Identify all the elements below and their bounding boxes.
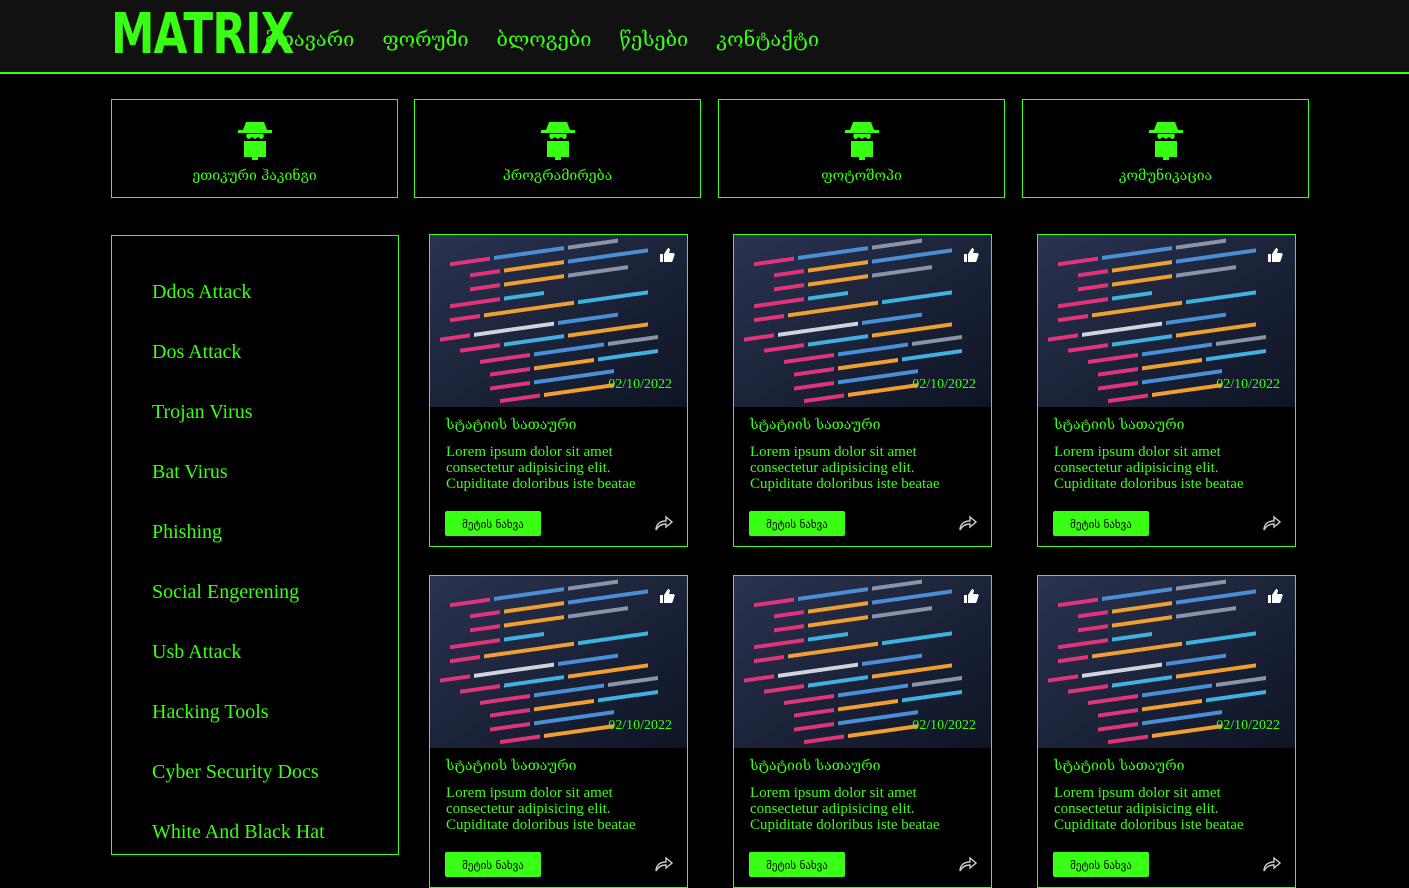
article-excerpt: Lorem ipsum dolor sit amet consectetur a… — [1054, 444, 1244, 492]
article-title[interactable]: სტატიის სათაური — [750, 417, 880, 433]
like-icon[interactable] — [963, 247, 979, 263]
sidebar-item-ddos-attack[interactable]: Ddos Attack — [152, 280, 325, 340]
category-photoshop[interactable]: ფოტოშოპი — [718, 99, 1005, 198]
main-nav: მთავარი ფორუმი ბლოგები წესები კონტაქტი — [265, 26, 847, 52]
category-label: კომუნიკაცია — [1118, 168, 1213, 184]
share-icon[interactable] — [1263, 515, 1281, 531]
sidebar-item-trojan-virus[interactable]: Trojan Virus — [152, 400, 325, 460]
article-card: 02/10/2022 სტატიის სათაური Lorem ipsum d… — [429, 575, 688, 888]
category-label: ფოტოშოპი — [821, 168, 902, 184]
nav-home[interactable]: მთავარი — [265, 26, 354, 52]
article-title[interactable]: სტატიის სათაური — [1054, 417, 1184, 433]
hacker-icon — [540, 122, 575, 160]
category-communication[interactable]: კომუნიკაცია — [1022, 99, 1309, 198]
article-card: 02/10/2022 სტატიის სათაური Lorem ipsum d… — [733, 575, 992, 888]
nav-forum[interactable]: ფორუმი — [382, 26, 468, 52]
read-more-button[interactable]: მეტის ნახვა — [1053, 852, 1149, 877]
sidebar-item-usb-attack[interactable]: Usb Attack — [152, 640, 325, 700]
article-title[interactable]: სტატიის სათაური — [750, 758, 880, 774]
article-title[interactable]: სტატიის სათაური — [446, 417, 576, 433]
article-excerpt: Lorem ipsum dolor sit amet consectetur a… — [750, 785, 940, 833]
article-card: 02/10/2022 სტატიის სათაური Lorem ipsum d… — [733, 234, 992, 547]
share-icon[interactable] — [959, 856, 977, 872]
nav-rules[interactable]: წესები — [619, 26, 688, 52]
read-more-button[interactable]: მეტის ნახვა — [749, 511, 845, 536]
read-more-button[interactable]: მეტის ნახვა — [749, 852, 845, 877]
article-date: 02/10/2022 — [912, 718, 976, 733]
nav-blogs[interactable]: ბლოგები — [497, 26, 592, 52]
article-excerpt: Lorem ipsum dolor sit amet consectetur a… — [446, 444, 636, 492]
topic-sidebar: Ddos Attack Dos Attack Trojan Virus Bat … — [111, 235, 399, 855]
share-icon[interactable] — [655, 856, 673, 872]
share-icon[interactable] — [655, 515, 673, 531]
article-date: 02/10/2022 — [608, 377, 672, 392]
read-more-button[interactable]: მეტის ნახვა — [1053, 511, 1149, 536]
read-more-button[interactable]: მეტის ნახვა — [445, 511, 541, 536]
article-excerpt: Lorem ipsum dolor sit amet consectetur a… — [1054, 785, 1244, 833]
sidebar-item-white-black-hat[interactable]: White And Black Hat — [152, 820, 325, 880]
hacker-icon — [844, 122, 879, 160]
topic-list: Ddos Attack Dos Attack Trojan Virus Bat … — [152, 280, 325, 880]
article-title[interactable]: სტატიის სათაური — [1054, 758, 1184, 774]
share-icon[interactable] — [959, 515, 977, 531]
article-card: 02/10/2022 სტატიის სათაური Lorem ipsum d… — [1037, 234, 1296, 547]
category-programming[interactable]: პროგრამირება — [414, 99, 701, 198]
article-excerpt: Lorem ipsum dolor sit amet consectetur a… — [446, 785, 636, 833]
article-date: 02/10/2022 — [1216, 377, 1280, 392]
sidebar-item-hacking-tools[interactable]: Hacking Tools — [152, 700, 325, 760]
article-excerpt: Lorem ipsum dolor sit amet consectetur a… — [750, 444, 940, 492]
read-more-button[interactable]: მეტის ნახვა — [445, 852, 541, 877]
hacker-icon — [237, 122, 272, 160]
article-date: 02/10/2022 — [608, 718, 672, 733]
article-card: 02/10/2022 სტატიის სათაური Lorem ipsum d… — [1037, 575, 1296, 888]
top-navbar: MATRIX მთავარი ფორუმი ბლოგები წესები კონ… — [0, 0, 1409, 74]
article-date: 02/10/2022 — [1216, 718, 1280, 733]
like-icon[interactable] — [1267, 247, 1283, 263]
like-icon[interactable] — [963, 588, 979, 604]
hacker-icon — [1148, 122, 1183, 160]
share-icon[interactable] — [1263, 856, 1281, 872]
sidebar-item-dos-attack[interactable]: Dos Attack — [152, 340, 325, 400]
sidebar-item-cyber-security-docs[interactable]: Cyber Security Docs — [152, 760, 325, 820]
article-title[interactable]: სტატიის სათაური — [446, 758, 576, 774]
like-icon[interactable] — [659, 247, 675, 263]
category-ethical-hacking[interactable]: ეთიკური ჰაკინგი — [111, 99, 398, 198]
sidebar-item-social-engineering[interactable]: Social Engerening — [152, 580, 325, 640]
sidebar-item-phishing[interactable]: Phishing — [152, 520, 325, 580]
category-label: პროგრამირება — [502, 168, 613, 184]
nav-contact[interactable]: კონტაქტი — [716, 26, 819, 52]
like-icon[interactable] — [659, 588, 675, 604]
article-date: 02/10/2022 — [912, 377, 976, 392]
category-label: ეთიკური ჰაკინგი — [192, 168, 317, 184]
sidebar-item-bat-virus[interactable]: Bat Virus — [152, 460, 325, 520]
like-icon[interactable] — [1267, 588, 1283, 604]
article-card: 02/10/2022 სტატიის სათაური Lorem ipsum d… — [429, 234, 688, 547]
